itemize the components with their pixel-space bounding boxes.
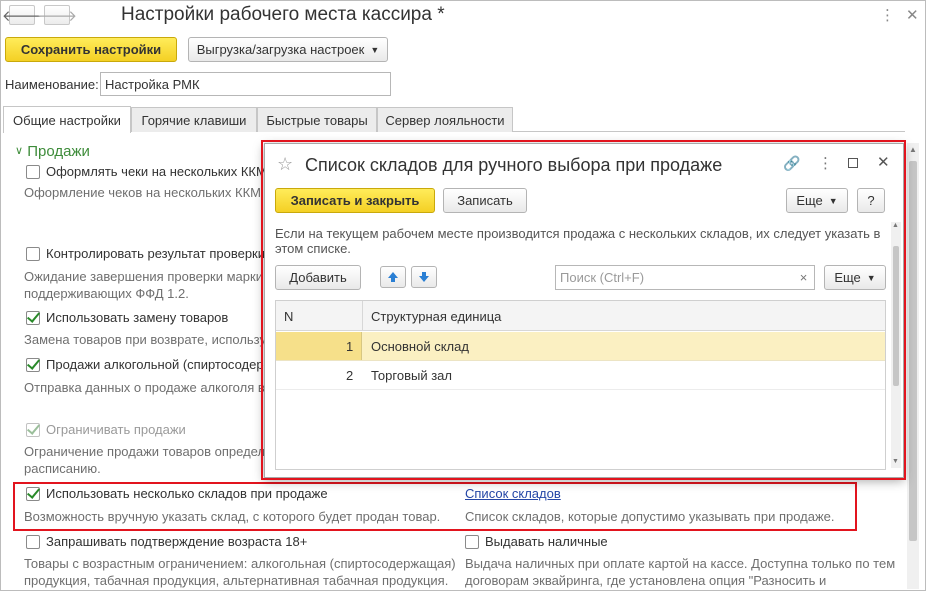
forward-button[interactable]: 🡒 [37,5,77,25]
option-multi-kkm-label[interactable]: Оформлять чеки на нескольких ККМ [46,164,267,179]
save-settings-button[interactable]: Сохранить настройки [5,37,177,62]
option-alcohol-sales-desc: Отправка данных о продаже алкоголя в [24,380,265,395]
checkbox-age-confirm[interactable] [26,535,40,549]
option-cash-out-desc-1: Выдача наличных при оплате картой на кас… [465,556,896,571]
forward-arrow-icon: 🡒 [36,7,78,25]
option-multi-warehouse-desc: Возможность вручную указать склад, с кот… [24,509,441,524]
checkbox-replace-products[interactable] [26,311,40,325]
option-age-confirm-label[interactable]: Запрашивать подтверждение возраста 18+ [46,534,307,549]
option-age-confirm-desc-1: Товары с возрастным ограничением: алкого… [24,556,456,571]
tab-hotkeys[interactable]: Горячие клавиши [131,107,257,132]
option-limit-sales-label: Ограничивать продажи [46,422,186,437]
warehouse-list-desc: Список складов, которые допустимо указыв… [465,509,835,524]
option-limit-sales-desc-2: расписанию. [24,461,101,476]
section-title: Продажи [27,143,90,160]
option-check-result-desc-1: Ожидание завершения проверки марки [24,269,263,284]
dropdown-icon: ▼ [370,44,380,55]
highlight-dialog [261,140,906,480]
section-sales[interactable]: ∨ Продажи [15,143,90,160]
option-limit-sales-desc-1: Ограничение продажи товаров определ [24,444,266,459]
tab-quick-products[interactable]: Быстрые товары [257,107,377,132]
option-multi-kkm-desc: Оформление чеков на нескольких ККМ [24,185,261,200]
warehouse-list-link[interactable]: Список складов [465,486,561,501]
option-age-confirm-desc-2: продукция, табачная продукция, альтернат… [24,573,449,588]
scroll-up-icon[interactable]: ▲ [909,145,917,154]
more-vert-icon[interactable]: ⋮ [880,6,895,24]
checkbox-check-result[interactable] [26,247,40,261]
option-cash-out-desc-2: договорам эквайринга, где установлена оп… [465,573,827,588]
back-button[interactable]: 🡐 [2,5,42,25]
tab-general[interactable]: Общие настройки [3,106,131,133]
option-replace-products-desc: Замена товаров при возврате, использу [24,332,266,347]
name-input[interactable]: Настройка РМК [100,72,391,96]
expand-icon: ∨ [15,145,24,157]
main-scrollbar-thumb[interactable] [909,161,917,541]
checkbox-alcohol-sales[interactable] [26,358,40,372]
checkbox-limit-sales [26,423,40,437]
name-label: Наименование: [5,77,99,92]
option-check-result-label[interactable]: Контролировать результат проверки [46,246,265,261]
tab-loyalty-server[interactable]: Сервер лояльности [377,107,513,132]
window-title: Настройки рабочего места кассира * [121,4,445,25]
option-cash-out-label[interactable]: Выдавать наличные [485,534,608,549]
option-multi-warehouse-label[interactable]: Использовать несколько складов при прода… [46,486,328,501]
export-import-label: Выгрузка/загрузка настроек [196,42,365,57]
close-icon[interactable]: ✕ [906,6,919,24]
export-import-button[interactable]: Выгрузка/загрузка настроек ▼ [188,37,388,62]
checkbox-multi-warehouse[interactable] [26,487,40,501]
checkbox-cash-out[interactable] [465,535,479,549]
main-scrollbar[interactable]: ▲ [907,143,919,589]
option-replace-products-label[interactable]: Использовать замену товаров [46,310,228,325]
checkbox-multi-kkm[interactable] [26,165,40,179]
option-check-result-desc-2: поддерживающих ФФД 1.2. [24,286,189,301]
option-alcohol-sales-label[interactable]: Продажи алкогольной (спиртосодер [46,357,264,372]
